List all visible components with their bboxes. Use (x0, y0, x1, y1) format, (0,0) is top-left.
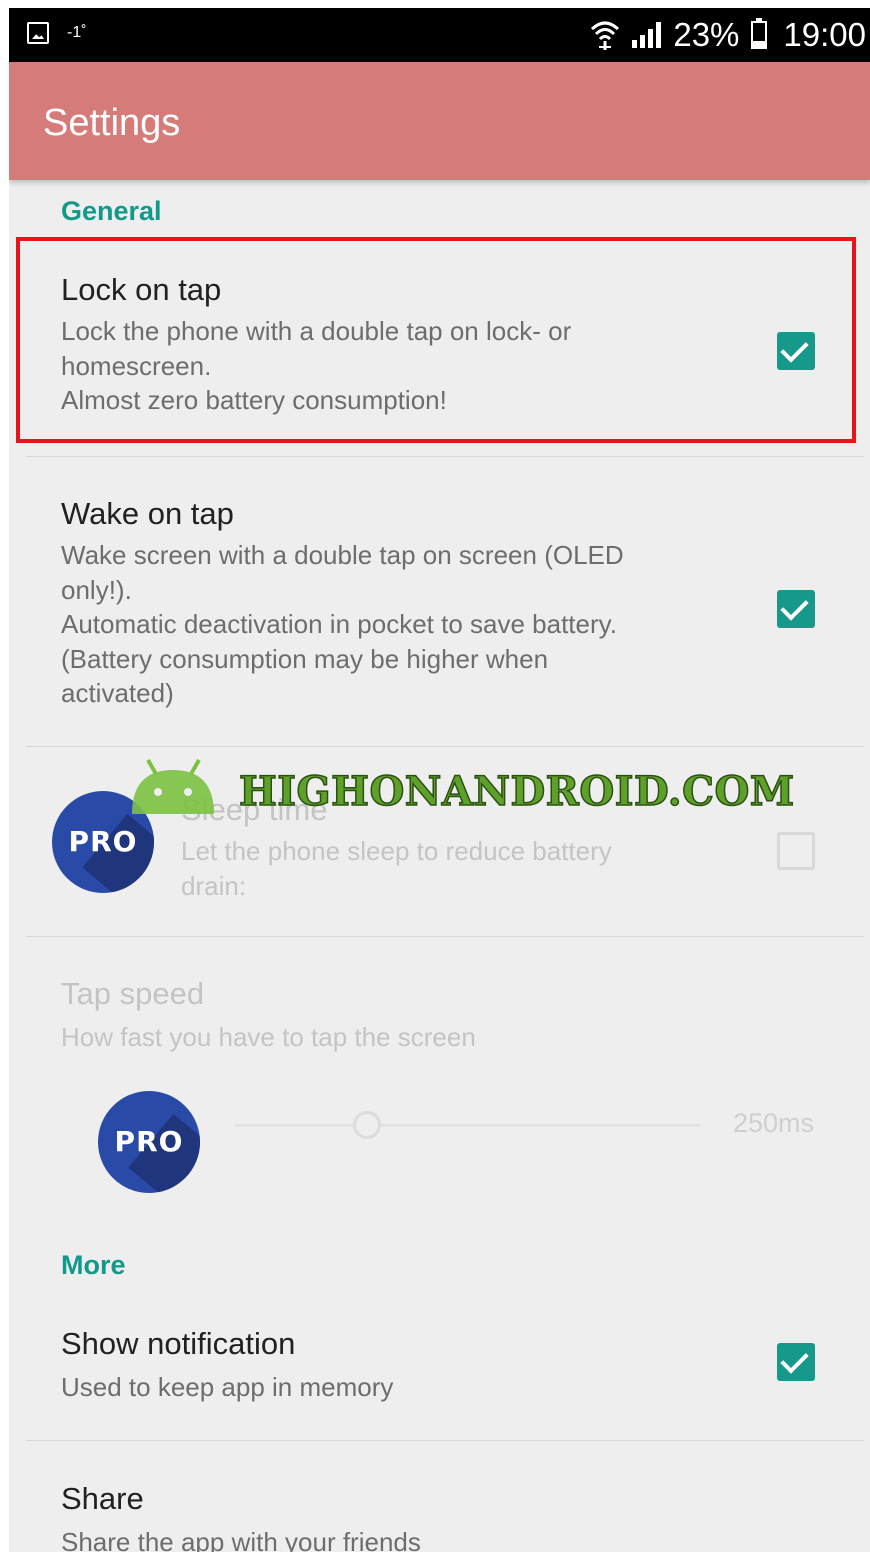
pref-summary: Let the phone sleep to reduce battery dr… (181, 836, 612, 901)
pref-title: Share (61, 1481, 144, 1516)
pref-show-notification[interactable]: Show notification Used to keep app in me… (9, 1308, 870, 1438)
sleep-time-checkbox[interactable] (777, 832, 815, 870)
pro-badge-label: PRO (114, 1125, 184, 1158)
pref-title: Show notification (61, 1326, 296, 1361)
pref-title: Wake on tap (61, 496, 234, 531)
android-logo-icon (132, 759, 214, 814)
pref-share[interactable]: Share Share the app with your friends (9, 1463, 870, 1552)
divider (26, 456, 864, 457)
pref-summary: Wake screen with a double tap on screen … (61, 540, 624, 708)
pro-badge-icon[interactable]: PRO (98, 1091, 200, 1193)
pref-wake-on-tap[interactable]: Wake on tap Wake screen with a double ta… (9, 478, 870, 738)
show-notification-checkbox[interactable] (777, 1343, 815, 1381)
phone-screen: -1˚ 23% 19:00 Settings General Lock on t… (9, 8, 870, 1552)
pro-badge-label: PRO (68, 825, 138, 858)
gallery-notification-icon (27, 22, 49, 44)
section-header-general: General (61, 196, 162, 226)
wake-on-tap-checkbox[interactable] (777, 590, 815, 628)
tap-speed-value: 250ms (733, 1108, 815, 1138)
temperature-indicator: -1˚ (67, 24, 87, 41)
battery-icon (751, 18, 768, 49)
app-bar: Settings (9, 62, 870, 180)
tap-speed-slider-thumb[interactable] (353, 1111, 381, 1139)
divider (26, 936, 864, 937)
clock: 19:00 (783, 16, 866, 53)
page-title: Settings (43, 102, 181, 144)
status-bar: -1˚ 23% 19:00 (9, 8, 870, 62)
tap-speed-slider-track[interactable] (235, 1124, 700, 1127)
pref-summary: Used to keep app in memory (61, 1372, 394, 1402)
battery-percent: 23% (673, 16, 740, 53)
section-header-more: More (61, 1250, 126, 1280)
divider (26, 746, 864, 747)
watermark: HIGHONANDROID.COM (238, 767, 795, 816)
signal-icon (632, 22, 662, 48)
highlight-box (16, 237, 856, 443)
pref-summary: Share the app with your friends (61, 1527, 421, 1552)
pref-summary: How fast you have to tap the screen (61, 1022, 476, 1052)
wifi-icon (591, 21, 620, 50)
pref-title: Tap speed (61, 976, 205, 1011)
divider (26, 1440, 864, 1441)
